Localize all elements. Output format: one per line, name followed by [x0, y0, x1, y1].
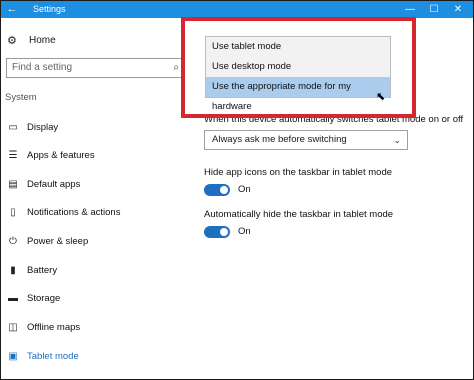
sidebar-item-label: Storage — [27, 292, 61, 304]
battery-icon: ▮ — [10, 264, 16, 276]
storage-icon: ▬ — [8, 292, 18, 304]
sidebar-item-tablet-mode[interactable]: ▣ Tablet mode — [7, 348, 79, 364]
back-arrow-icon[interactable]: ← — [5, 1, 19, 18]
hide-icons-toggle[interactable] — [204, 184, 230, 196]
hide-taskbar-state: On — [238, 226, 251, 237]
sidebar-item-label: Display — [27, 121, 59, 133]
sidebar-item-apps-features[interactable]: ☰ Apps & features — [7, 147, 95, 163]
tablet-icon: ▣ — [8, 350, 18, 362]
close-icon[interactable]: ✕ — [447, 1, 469, 18]
sidebar-item-default-apps[interactable]: ▤ Default apps — [7, 176, 80, 192]
sidebar: ⚙ Home Find a setting ⌕ System ▭ Display… — [1, 18, 187, 379]
sidebar-item-label: Notifications & actions — [27, 206, 121, 218]
home-nav-item[interactable]: ⚙ Home — [7, 32, 56, 48]
default-apps-icon: ▤ — [8, 178, 18, 190]
chevron-down-icon: ⌄ — [393, 135, 401, 145]
sidebar-item-label: Power & sleep — [27, 235, 89, 247]
display-icon: ▭ — [8, 121, 18, 133]
title-bar: ← Settings — ☐ ✕ — [1, 1, 473, 18]
home-label: Home — [29, 34, 56, 46]
highlight-annotation — [181, 17, 416, 118]
search-input[interactable]: Find a setting ⌕ — [6, 58, 184, 78]
toggle-knob — [220, 186, 228, 194]
section-heading: System — [5, 92, 37, 103]
notifications-icon: ▯ — [10, 206, 16, 218]
hide-icons-state: On — [238, 184, 251, 195]
sidebar-item-battery[interactable]: ▮ Battery — [7, 262, 57, 278]
sidebar-item-label: Default apps — [27, 178, 81, 190]
sidebar-item-label: Apps & features — [27, 149, 95, 161]
search-placeholder: Find a setting — [12, 62, 73, 73]
hide-icons-label: Hide app icons on the taskbar in tablet … — [204, 167, 393, 178]
sidebar-item-offline-maps[interactable]: ◫ Offline maps — [7, 319, 80, 335]
sidebar-item-display[interactable]: ▭ Display — [7, 119, 58, 135]
sidebar-item-storage[interactable]: ▬ Storage — [7, 290, 60, 306]
sidebar-item-label: Tablet mode — [27, 350, 79, 362]
sidebar-item-label: Battery — [27, 264, 58, 276]
map-icon: ◫ — [8, 321, 18, 333]
maximize-icon[interactable]: ☐ — [423, 1, 445, 18]
switch-behavior-value: Always ask me before switching — [212, 134, 347, 145]
minimize-icon[interactable]: — — [399, 1, 421, 18]
window-title: Settings — [33, 4, 66, 14]
sidebar-item-power-sleep[interactable]: ⏻ Power & sleep — [7, 233, 88, 249]
switch-behavior-select[interactable]: Always ask me before switching ⌄ — [204, 130, 408, 150]
apps-list-icon: ☰ — [8, 149, 18, 161]
gear-icon: ⚙ — [7, 34, 17, 47]
hide-taskbar-label: Automatically hide the taskbar in tablet… — [204, 209, 394, 220]
sidebar-item-notifications[interactable]: ▯ Notifications & actions — [7, 204, 120, 220]
power-icon: ⏻ — [9, 235, 17, 247]
hide-taskbar-toggle[interactable] — [204, 226, 230, 238]
sidebar-item-label: Offline maps — [27, 321, 81, 333]
toggle-knob — [220, 228, 228, 236]
search-icon: ⌕ — [173, 62, 179, 73]
